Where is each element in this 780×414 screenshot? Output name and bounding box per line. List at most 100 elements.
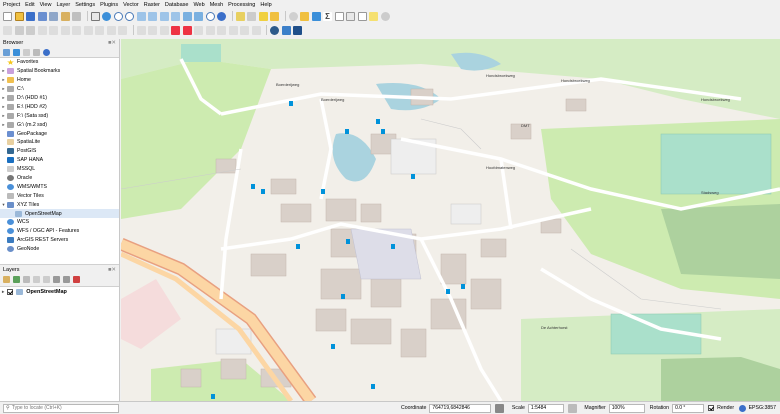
new-bookmark-icon[interactable] — [369, 11, 378, 21]
statistics-icon[interactable]: Σ — [323, 11, 332, 21]
undo-icon[interactable] — [106, 25, 116, 35]
open-project-icon[interactable] — [14, 11, 24, 21]
browser-item-bookmarks[interactable]: ▸ Spatial Bookmarks — [0, 67, 119, 76]
show-label-icon[interactable] — [171, 25, 180, 35]
zoom-native-icon[interactable] — [171, 11, 180, 21]
filter-expression-icon[interactable] — [43, 275, 50, 283]
menu-plugins[interactable]: Plugins — [100, 2, 118, 8]
browser-item-wfs[interactable]: WFS / OGC API - Features — [0, 227, 119, 236]
browser-item-c[interactable]: ▸ C:\ — [0, 85, 119, 94]
zoom-to-selection-icon[interactable] — [148, 11, 157, 21]
save-edits-icon[interactable] — [26, 25, 35, 35]
current-edits-icon[interactable] — [3, 25, 12, 35]
field-calculator-icon[interactable] — [300, 11, 309, 21]
menu-database[interactable]: Database — [165, 2, 189, 8]
lock-scale-icon[interactable] — [567, 403, 577, 413]
add-layer-icon[interactable] — [3, 48, 10, 56]
expand-all-icon[interactable] — [53, 275, 60, 283]
python-console-icon[interactable] — [281, 25, 291, 35]
temporal-controller-icon[interactable] — [205, 11, 215, 21]
settings-icon[interactable] — [288, 11, 298, 21]
menu-processing[interactable]: Processing — [228, 2, 255, 8]
processing-toolbox-icon[interactable] — [311, 11, 321, 21]
browser-item-wcs[interactable]: WCS — [0, 218, 119, 227]
menu-web[interactable]: Web — [193, 2, 204, 8]
locator-bar[interactable]: ⚲ — [3, 403, 119, 413]
browser-item-mssql[interactable]: MSSQL — [0, 165, 119, 174]
filter-browser-icon[interactable] — [23, 48, 30, 56]
browser-item-favorites[interactable]: Favorites — [0, 58, 119, 67]
menu-raster[interactable]: Raster — [144, 2, 160, 8]
pin-label-icon[interactable] — [148, 25, 157, 35]
style-manager-icon[interactable] — [72, 11, 81, 21]
menu-project[interactable]: Project — [3, 2, 20, 8]
print-layout-icon[interactable] — [49, 11, 58, 21]
zoom-out-icon[interactable] — [125, 11, 134, 21]
text-annotation-icon[interactable] — [346, 11, 355, 21]
toggle-extents-icon[interactable] — [495, 403, 505, 413]
crs-label[interactable]: EPSG:3857 — [749, 405, 776, 411]
browser-item-g[interactable]: ▸ G:\ (m.2 ssd) — [0, 120, 119, 129]
menu-view[interactable]: View — [40, 2, 52, 8]
filter-legend-icon[interactable] — [33, 275, 40, 283]
panel-close-icon[interactable]: ■✕ — [108, 40, 116, 46]
browser-item-geonode[interactable]: GeoNode — [0, 245, 119, 254]
toggle-editing-icon[interactable] — [14, 25, 24, 35]
collapse-all-layers-icon[interactable] — [63, 275, 70, 283]
highlight-label-icon[interactable] — [159, 25, 169, 35]
pan-icon[interactable] — [90, 11, 100, 21]
diagram-tool-icon[interactable] — [217, 25, 226, 35]
panel-close-icon[interactable]: ■✕ — [108, 267, 116, 273]
change-label-icon[interactable] — [205, 25, 215, 35]
rotate-label-icon[interactable] — [194, 25, 203, 35]
browser-item-f[interactable]: ▸ F:\ (Sata ssd) — [0, 111, 119, 120]
zoom-full-icon[interactable] — [136, 11, 146, 21]
browser-item-postgis[interactable]: PostGIS — [0, 147, 119, 156]
move-label-icon[interactable] — [182, 25, 192, 35]
menu-vector[interactable]: Vector — [123, 2, 139, 8]
expand-arrow-icon[interactable]: ▸ — [2, 289, 4, 295]
redo-icon[interactable] — [118, 25, 127, 35]
zoom-last-icon[interactable] — [182, 11, 192, 21]
browser-item-saphana[interactable]: SAP HANA — [0, 156, 119, 165]
browser-item-e[interactable]: ▸ E:\ (HDD #2) — [0, 102, 119, 111]
move-diagram-icon[interactable] — [228, 25, 238, 35]
measure-icon[interactable] — [334, 11, 344, 21]
layer-visibility-checkbox[interactable] — [7, 289, 14, 295]
select-features-icon[interactable] — [247, 11, 256, 21]
visibility-icon[interactable] — [23, 275, 30, 283]
select-by-value-icon[interactable] — [258, 11, 268, 21]
label-options-icon[interactable] — [251, 25, 261, 35]
browser-item-xyz[interactable]: ▾ XYZ Tiles — [0, 200, 119, 209]
copy-features-icon[interactable] — [83, 25, 93, 35]
crs-globe-icon[interactable] — [739, 404, 747, 412]
paste-features-icon[interactable] — [95, 25, 104, 35]
browser-item-d[interactable]: ▸ D:\ (HDD #1) — [0, 94, 119, 103]
magnifier-field[interactable]: 100% — [608, 403, 645, 413]
browser-item-openstreetmap[interactable]: OpenStreetMap — [0, 209, 119, 219]
browser-item-vector-tiles[interactable]: Vector Tiles — [0, 191, 119, 200]
coordinate-field[interactable]: 764719,6842846 — [429, 403, 492, 413]
vertex-tool-icon[interactable] — [49, 25, 58, 35]
browser-item-home[interactable]: ▸ Home — [0, 76, 119, 85]
refresh-icon[interactable] — [217, 11, 226, 21]
menu-help[interactable]: Help — [260, 2, 271, 8]
layer-row-openstreetmap[interactable]: ▸ OpenStreetMap — [0, 287, 119, 297]
new-project-icon[interactable] — [3, 11, 12, 21]
browser-item-oracle[interactable]: Oracle — [0, 174, 119, 183]
plugin-info-icon[interactable] — [293, 25, 302, 35]
menu-mesh[interactable]: Mesh — [210, 2, 223, 8]
locator-input[interactable] — [11, 405, 112, 411]
pan-to-selection-icon[interactable] — [102, 11, 111, 21]
style-panel-icon[interactable] — [3, 275, 10, 283]
zoom-in-icon[interactable] — [113, 11, 123, 21]
browser-item-wms[interactable]: WMS/WMTS — [0, 182, 119, 191]
collapse-all-icon[interactable] — [33, 48, 40, 56]
rotation-field[interactable]: 0.0 ° — [672, 403, 705, 413]
tools-icon[interactable] — [380, 11, 390, 21]
label-tool-icon[interactable] — [136, 25, 146, 35]
save-project-icon[interactable] — [26, 11, 35, 21]
save-as-icon[interactable] — [37, 11, 47, 21]
layout-manager-icon[interactable] — [60, 11, 70, 21]
browser-item-spatialite[interactable]: SpatiaLite — [0, 138, 119, 147]
